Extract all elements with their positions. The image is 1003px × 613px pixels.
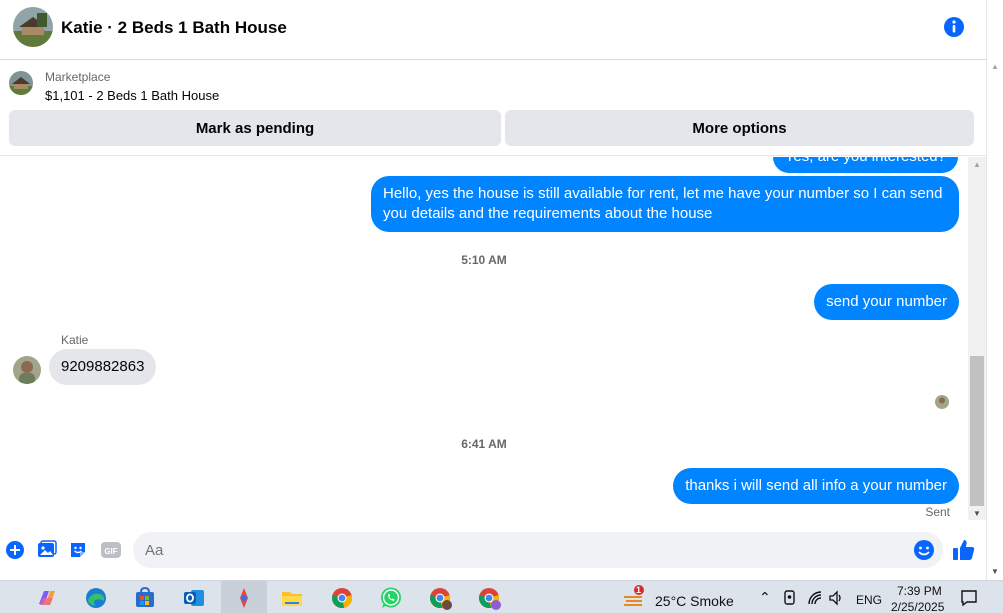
weather-icon[interactable] (621, 584, 647, 610)
seen-avatar (935, 395, 949, 409)
gif-icon[interactable]: GIF (100, 540, 122, 562)
conversation-title[interactable]: Katie · 2 Beds 1 Bath House (61, 18, 287, 38)
more-options-button[interactable]: More options (505, 110, 974, 146)
sent-status: Sent (925, 505, 950, 519)
thumbs-up-icon[interactable] (951, 537, 977, 563)
sticker-icon[interactable] (68, 540, 90, 562)
weather-widget[interactable]: 25°C Smoke (655, 593, 734, 609)
clock-date[interactable]: 2/25/2025 (891, 600, 944, 613)
message-thread[interactable]: Yes, are you interested? Hello, yes the … (0, 157, 968, 527)
message-input[interactable] (133, 532, 943, 568)
chrome-icon[interactable] (329, 585, 355, 611)
house-avatar[interactable] (13, 7, 53, 47)
camera-icon[interactable] (781, 585, 799, 611)
marketplace-label: Marketplace (45, 70, 111, 84)
chevron-up-icon[interactable]: ⌃ (759, 589, 771, 606)
scroll-up-arrow-icon[interactable]: ▲ (973, 160, 981, 169)
weather-temp: 25°C (655, 593, 687, 609)
message-bubble-outgoing[interactable]: Hello, yes the house is still available … (371, 176, 959, 232)
wifi-icon[interactable] (806, 585, 824, 611)
clock-time[interactable]: 7:39 PM (897, 584, 942, 598)
page-scrollbar[interactable]: ▲ ▼ (986, 0, 1003, 580)
message-bubble-outgoing[interactable]: send your number (814, 284, 959, 320)
message-bubble-outgoing[interactable]: Yes, are you interested? (772, 157, 958, 173)
timestamp: 6:41 AM (461, 437, 507, 451)
photo-icon[interactable] (37, 540, 59, 562)
chat-header: Katie · 2 Beds 1 Bath House (0, 0, 986, 60)
plus-circle-icon[interactable] (5, 540, 27, 562)
timestamp: 5:10 AM (461, 253, 507, 267)
whatsapp-icon[interactable] (378, 585, 404, 611)
outlook-icon[interactable] (181, 585, 207, 611)
thread-scrollbar[interactable]: ▲ ▼ (968, 157, 986, 520)
listing-thumbnail[interactable] (9, 71, 33, 95)
message-composer: GIF (0, 527, 986, 575)
chrome-profile-icon[interactable] (476, 585, 502, 611)
store-icon[interactable] (132, 585, 158, 611)
katie-avatar[interactable] (13, 356, 41, 384)
notifications-icon[interactable] (957, 585, 981, 611)
edge-icon[interactable] (83, 585, 109, 611)
message-bubble-incoming[interactable]: 9209882863 (49, 349, 157, 385)
page-scroll-up-icon[interactable]: ▲ (991, 62, 999, 71)
marketplace-listing-panel: Marketplace $1,101 - 2 Beds 1 Bath House… (0, 61, 986, 156)
gif-label: GIF (104, 547, 117, 556)
message-bubble-outgoing[interactable]: thanks i will send all info a your numbe… (673, 468, 959, 504)
windows-taskbar: 1 25°C Smoke ⌃ ENG 7:39 PM 2/25/2025 (0, 580, 1003, 613)
file-explorer-icon[interactable] (279, 585, 305, 611)
emoji-icon[interactable] (913, 539, 935, 561)
scroll-down-arrow-icon[interactable]: ▼ (973, 509, 981, 518)
listing-title[interactable]: $1,101 - 2 Beds 1 Bath House (45, 88, 219, 103)
sender-name: Katie (61, 333, 89, 347)
weather-condition: Smoke (690, 593, 734, 609)
info-icon[interactable] (943, 16, 965, 38)
mark-as-pending-button[interactable]: Mark as pending (9, 110, 501, 146)
volume-icon[interactable] (826, 585, 846, 611)
language-indicator[interactable]: ENG (856, 593, 882, 607)
paint-icon[interactable] (231, 585, 257, 611)
weather-badge: 1 (636, 585, 642, 595)
copilot-icon[interactable] (34, 585, 60, 611)
chrome-profile-c-icon[interactable] (427, 585, 453, 611)
scrollbar-thumb[interactable] (970, 356, 984, 506)
page-scroll-down-icon[interactable]: ▼ (991, 567, 999, 576)
